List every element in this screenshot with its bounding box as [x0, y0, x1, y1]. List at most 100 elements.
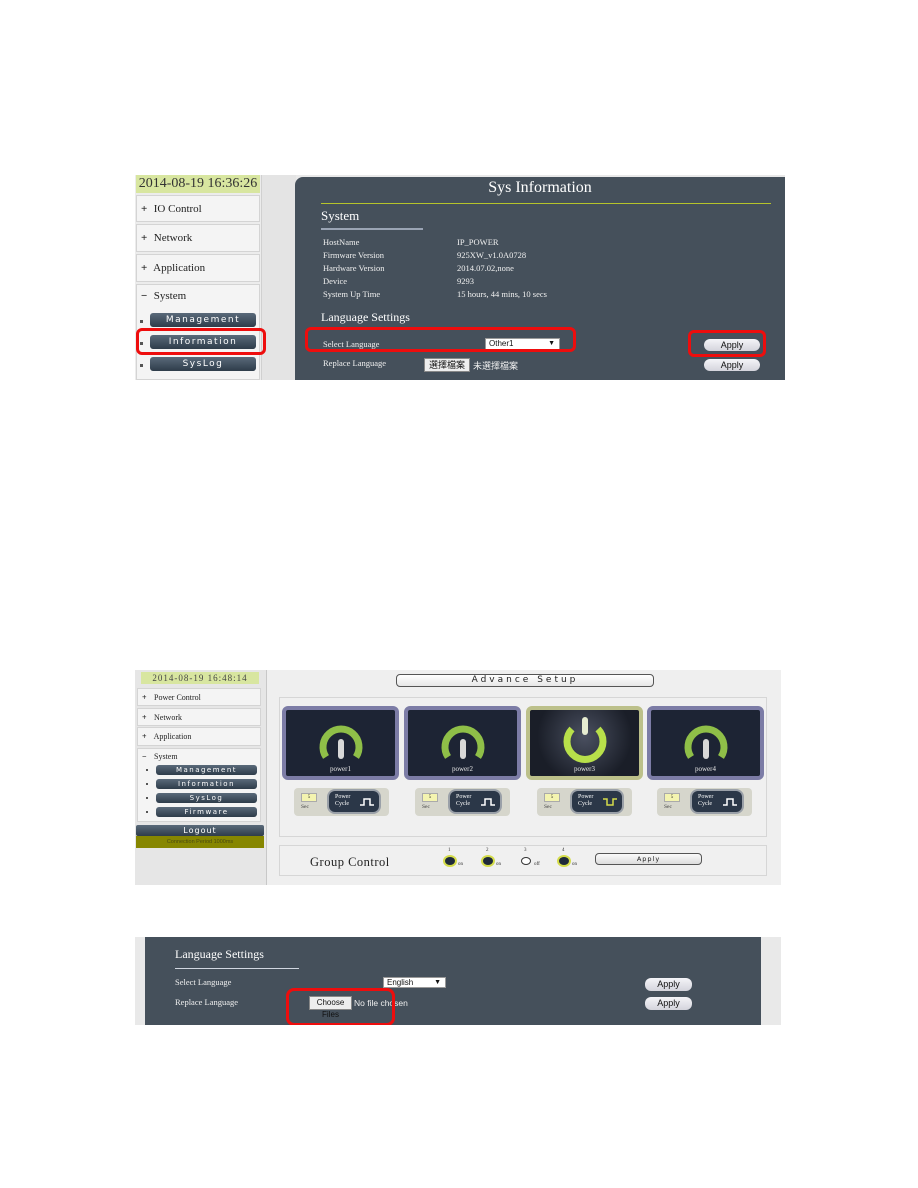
nav-system[interactable]: − System Management Information SysLog F…	[137, 748, 261, 822]
nav-power-control[interactable]: + Power Control	[137, 688, 261, 706]
pulse-wave-icon	[723, 798, 737, 806]
power-icon	[563, 717, 606, 763]
outlet-number: 1	[448, 848, 451, 853]
language-select[interactable]: Other1 ▼	[485, 338, 560, 350]
bullet-icon	[140, 320, 143, 323]
power-cycle-button[interactable]: Power Cycle	[572, 791, 622, 812]
page-title: Sys Information	[488, 179, 592, 196]
outlet-toggle-on[interactable]	[559, 857, 569, 865]
pulse-wave-icon	[360, 798, 374, 806]
nav-application[interactable]: + Application	[136, 254, 260, 282]
menu-syslog[interactable]: SysLog	[156, 793, 257, 803]
cycle-label-line1: Power	[456, 794, 472, 800]
outlet-toggle-on[interactable]	[445, 857, 455, 865]
expand-plus-icon: +	[142, 732, 147, 741]
seconds-label: Sec	[544, 804, 552, 810]
outlet-toggle-on[interactable]	[483, 857, 493, 865]
cycle-label-line1: Power	[578, 794, 594, 800]
device-value: 9293	[457, 276, 474, 286]
delay-seconds-input[interactable]: 5	[664, 793, 680, 802]
power-cycle-control: 5 Sec Power Cycle	[294, 788, 389, 816]
nav-label: Network	[153, 232, 193, 244]
apply-language-button[interactable]: Apply	[704, 339, 760, 351]
power-cycle-control: 5 Sec Power Cycle	[415, 788, 510, 816]
replace-language-label: Replace Language	[323, 358, 387, 368]
collapse-minus-icon: −	[141, 290, 148, 302]
select-language-label: Select Language	[323, 339, 380, 349]
pulse-wave-icon	[481, 798, 495, 806]
bullet-icon	[146, 811, 148, 813]
menu-management[interactable]: Management	[156, 765, 257, 775]
language-panel: Language Settings Select Language Englis…	[145, 937, 761, 1025]
language-select[interactable]: English ▼	[383, 977, 446, 988]
logout-button[interactable]: Logout	[136, 825, 264, 836]
power-cycle-control: 5 Sec Power Cycle	[657, 788, 752, 816]
menu-information[interactable]: Information	[150, 335, 256, 349]
delay-seconds-input[interactable]: 5	[422, 793, 438, 802]
collapse-minus-icon: −	[142, 752, 147, 761]
delay-seconds-input[interactable]: 5	[544, 793, 560, 802]
heading-underline	[175, 968, 299, 969]
power-cycle-button[interactable]: Power Cycle	[329, 791, 379, 812]
group-outlet-3[interactable]: 3 off	[521, 848, 549, 874]
outlet-tile-power4[interactable]: power4	[647, 706, 764, 780]
sys-info-panel: Sys Information System HostName IP_POWER…	[295, 177, 785, 380]
group-outlet-1[interactable]: 1 on	[445, 848, 473, 874]
power-cycle-control: 5 Sec Power Cycle	[537, 788, 632, 816]
title-underline	[321, 203, 771, 204]
outlet-name: power4	[695, 765, 716, 773]
outlet-tile-power1[interactable]: power1	[282, 706, 399, 780]
power-cycle-button[interactable]: Power Cycle	[450, 791, 500, 812]
group-apply-button[interactable]: Apply	[595, 853, 702, 865]
uptime-value: 15 hours, 44 mins, 10 secs	[457, 289, 547, 299]
device-label: Device	[323, 276, 348, 286]
group-outlet-2[interactable]: 2 on	[483, 848, 511, 874]
nav-application[interactable]: + Application	[137, 727, 261, 746]
seconds-label: Sec	[301, 804, 309, 810]
seconds-label: Sec	[664, 804, 672, 810]
apply-replace-button[interactable]: Apply	[704, 359, 760, 371]
expand-plus-icon: +	[141, 232, 148, 244]
choose-file-button[interactable]: 選擇檔案	[424, 358, 470, 372]
nav-label: System	[154, 752, 178, 761]
hardware-value: 2014.07.02,none	[457, 263, 514, 273]
nav-io-control[interactable]: + IO Control	[136, 195, 260, 222]
cycle-label-line2: Cycle	[456, 801, 470, 807]
menu-syslog[interactable]: SysLog	[150, 357, 256, 371]
hostname-label: HostName	[323, 237, 360, 247]
outlet-state-label: on	[496, 862, 501, 867]
sidebar: 2014-08-19 16:36:26 + IO Control + Netwo…	[135, 175, 261, 380]
apply-language-button[interactable]: Apply	[645, 978, 692, 991]
bullet-icon	[140, 342, 143, 345]
firmware-value: 925XW_v1.0A0728	[457, 250, 527, 260]
outlet-number: 4	[562, 848, 565, 853]
outlet-tile-power3[interactable]: power3	[526, 706, 643, 780]
menu-management[interactable]: Management	[150, 313, 256, 327]
power-icon	[684, 725, 727, 759]
expand-plus-icon: +	[142, 713, 147, 722]
firmware-label: Firmware Version	[323, 250, 384, 260]
bullet-icon	[146, 797, 148, 799]
nav-label: Network	[154, 713, 182, 722]
choose-files-button[interactable]: Choose Files	[309, 996, 352, 1019]
outlet-toggle-off[interactable]	[521, 857, 531, 865]
power-cycle-button[interactable]: Power Cycle	[692, 791, 742, 812]
nav-system[interactable]: − System Management Information SysLog	[136, 284, 260, 380]
group-outlet-4[interactable]: 4 on	[559, 848, 587, 874]
apply-replace-button[interactable]: Apply	[645, 997, 692, 1010]
power-icon	[441, 725, 484, 759]
bullet-icon	[140, 364, 143, 367]
connection-status: Connection Period 1000ms	[136, 836, 264, 848]
hostname-value: IP_POWER	[457, 237, 499, 247]
replace-language-label: Replace Language	[175, 997, 239, 1007]
menu-information[interactable]: Information	[156, 779, 257, 789]
power-icon	[319, 725, 362, 759]
nav-network[interactable]: + Network	[137, 708, 261, 726]
delay-seconds-input[interactable]: 5	[301, 793, 317, 802]
menu-firmware[interactable]: Firmware	[156, 807, 257, 817]
outlet-number: 2	[486, 848, 489, 853]
outlet-tile-power2[interactable]: power2	[404, 706, 521, 780]
nav-label: Application	[153, 732, 192, 741]
nav-network[interactable]: + Network	[136, 224, 260, 252]
page-title: Advance Setup	[396, 674, 654, 687]
